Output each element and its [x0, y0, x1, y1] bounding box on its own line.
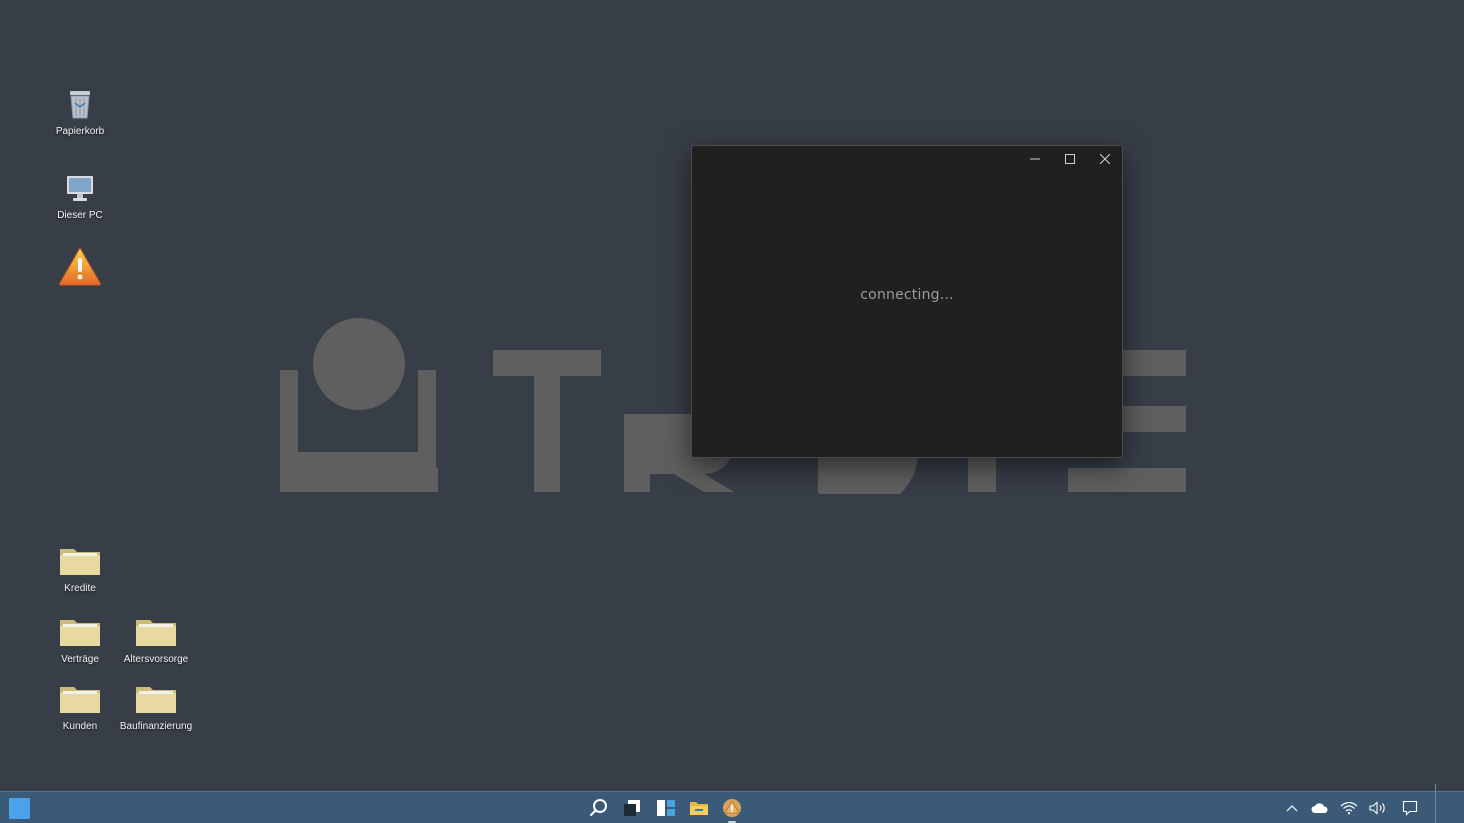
widgets-button[interactable]: [655, 797, 677, 819]
show-desktop-button[interactable]: [1435, 784, 1436, 823]
maximize-button[interactable]: [1052, 146, 1087, 172]
folder-icon: [57, 612, 103, 652]
desktop-icon-label: Baufinanzierung: [119, 721, 193, 732]
desktop-icon-label: Kredite: [64, 583, 96, 594]
minimize-icon: [1029, 158, 1040, 160]
maximize-icon: [1064, 154, 1075, 164]
file-explorer-button[interactable]: [688, 797, 710, 819]
desktop-icon-this-pc[interactable]: Dieser PC: [42, 168, 118, 222]
desktop-folder-vertraege[interactable]: Verträge: [42, 612, 118, 666]
task-view-icon: [624, 800, 640, 816]
show-hidden-icons-button[interactable]: [1283, 799, 1301, 817]
onedrive-button[interactable]: [1311, 799, 1329, 817]
volume-button[interactable]: [1369, 799, 1387, 817]
desktop-icon-label: Papierkorb: [55, 126, 105, 137]
desktop-folder-kredite[interactable]: Kredite: [42, 541, 118, 595]
wifi-icon: [1340, 801, 1358, 815]
taskbar: [0, 784, 1464, 823]
desktop-icon-warning-app[interactable]: [42, 244, 118, 288]
search-icon: [589, 799, 607, 817]
app-warning-icon: [723, 799, 741, 817]
folder-icon: [133, 679, 179, 719]
desktop-icon-label: Verträge: [61, 654, 99, 665]
close-icon: [1099, 154, 1110, 164]
folder-icon: [57, 679, 103, 719]
file-explorer-icon: [690, 802, 708, 815]
desktop-icon-recycle-bin[interactable]: Papierkorb: [42, 84, 118, 138]
volume-icon: [1369, 801, 1385, 815]
window-titlebar: [1017, 146, 1122, 174]
recycle-bin-icon: [57, 84, 103, 124]
start-button[interactable]: [9, 798, 30, 819]
folder-icon: [133, 612, 179, 652]
notification-icon: [1402, 800, 1418, 816]
desktop-folder-altersvorsorge[interactable]: Altersvorsorge: [118, 612, 194, 666]
warning-app-button[interactable]: [721, 797, 743, 819]
warning-icon: [57, 244, 103, 288]
close-button[interactable]: [1087, 146, 1122, 172]
desktop-icon-label: Dieser PC: [57, 210, 103, 221]
widgets-icon: [657, 800, 675, 816]
desktop-folder-kunden[interactable]: Kunden: [42, 679, 118, 733]
task-view-button[interactable]: [621, 797, 643, 819]
folder-icon: [57, 541, 103, 581]
network-button[interactable]: [1340, 799, 1358, 817]
cloud-icon: [1311, 803, 1328, 813]
computer-icon: [57, 168, 103, 208]
desktop-icon-label: Altersvorsorge: [123, 654, 189, 665]
minimize-button[interactable]: [1017, 146, 1052, 172]
connection-status: connecting...: [860, 287, 954, 303]
action-center-button[interactable]: [1401, 799, 1419, 817]
connection-window: connecting...: [691, 145, 1123, 458]
chevron-up-icon: [1286, 805, 1298, 812]
desktop-folder-baufinanzierung[interactable]: Baufinanzierung: [118, 679, 194, 733]
desktop-icon-label: Kunden: [62, 721, 98, 732]
search-button[interactable]: [588, 797, 610, 819]
desktop: Papierkorb Dieser PC Kredite Verträge Al…: [0, 0, 1464, 791]
